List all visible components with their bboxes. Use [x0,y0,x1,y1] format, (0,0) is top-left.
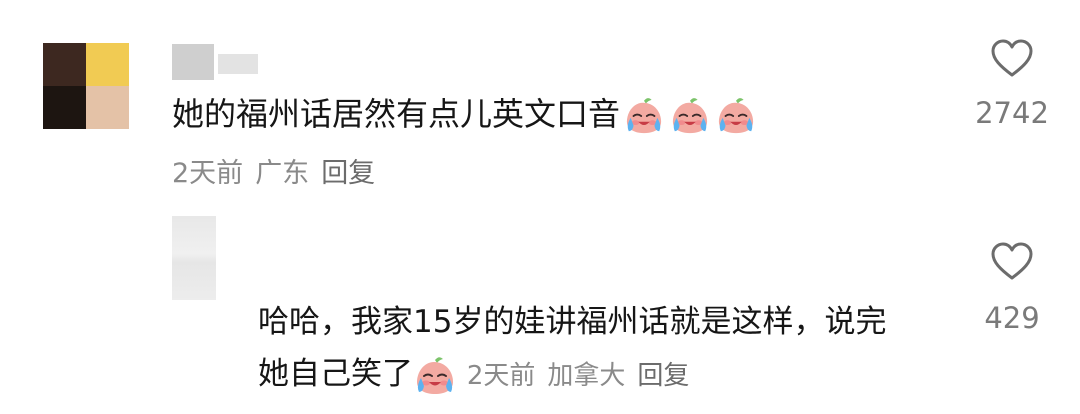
loudly-crying-face-icon [714,97,758,135]
comment-time: 2天前 [172,158,244,189]
comment-location: 广东 [255,158,310,189]
like-heart-icon[interactable] [990,38,1034,78]
reply-comment-text: 哈哈，我家15岁的娃讲福州话就是这样，说完她自己笑了 2天前 加拿大 回复 [258,296,898,402]
reply-to-reply-button[interactable]: 回复 [637,361,689,391]
loudly-crying-face-icon [622,97,666,135]
loudly-crying-face-icon [413,356,457,396]
reply-location: 加拿大 [547,361,626,391]
reply-time: 2天前 [466,361,536,391]
like-count: 2742 [975,96,1049,130]
reply-like-count: 429 [984,301,1040,335]
comment-meta: 2天前 广东 回复 [172,156,387,192]
loudly-crying-face-icon [668,97,712,135]
avatar[interactable] [43,43,129,129]
username-blurred[interactable] [172,44,258,80]
like-heart-icon[interactable] [990,241,1034,281]
reply-meta: 2天前 加拿大 回复 [467,361,702,391]
comment-body: 她的福州话居然有点儿英文口音 [172,95,621,133]
reply-button[interactable]: 回复 [321,158,375,189]
reply-avatar[interactable] [172,216,216,300]
comment-text: 她的福州话居然有点儿英文口音 [172,92,758,136]
